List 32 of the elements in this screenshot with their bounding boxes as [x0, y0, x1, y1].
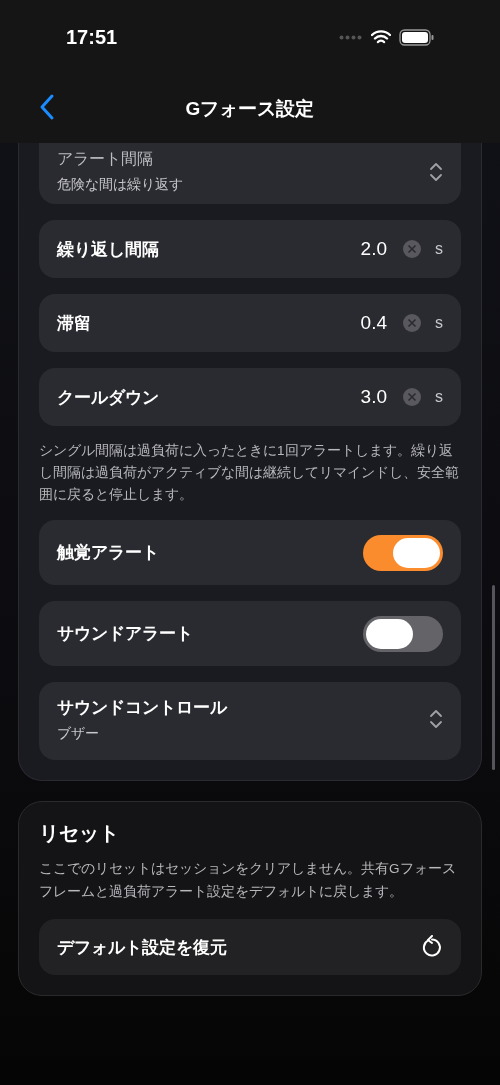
chevron-updown-icon	[429, 709, 443, 729]
restore-defaults-button[interactable]: デフォルト設定を復元	[39, 919, 461, 975]
signal-icon	[339, 35, 363, 40]
chevron-updown-icon	[429, 161, 443, 182]
wifi-icon	[371, 30, 391, 45]
battery-icon	[399, 29, 434, 46]
number-field[interactable]: 2.0	[360, 238, 387, 260]
toggle-switch[interactable]	[363, 615, 443, 652]
back-icon[interactable]	[38, 93, 56, 121]
picker-row[interactable]: アラート間隔 危険な間は繰り返す	[39, 143, 461, 204]
unit-label: s	[435, 240, 443, 258]
toggle-switch[interactable]	[363, 534, 443, 571]
row-label: アラート間隔	[57, 149, 154, 169]
screen-title: Gフォース設定	[185, 97, 315, 121]
row-value: 危険な間は繰り返す	[57, 176, 184, 194]
unit-label: s	[435, 314, 443, 332]
row-label: 繰り返し間隔	[57, 238, 160, 261]
help-text: シングル間隔は過負荷に入ったときに1回アラートします。繰り返し間隔は過負荷がアクティブな間は継続してリマインドし、安全範囲に戻ると停止します。	[39, 442, 460, 504]
number-field[interactable]: 3.0	[360, 386, 387, 408]
reset-icon	[421, 935, 443, 959]
section-title: リセット	[39, 821, 120, 846]
row-value: ブザー	[57, 724, 100, 743]
number-field[interactable]: 0.4	[360, 312, 387, 334]
row-label: 滞留	[57, 312, 92, 335]
row-label: クールダウン	[57, 386, 160, 409]
row-label: サウンドアラート	[57, 623, 194, 645]
status-time: 17:51	[66, 26, 118, 49]
unit-label: s	[435, 388, 443, 406]
reset-description: ここでのリセットはセッションをクリアしません。共有Gフォースフレームと過負荷アラート設定をデフォルトに戻します。	[39, 860, 457, 901]
row-label: 触覚アラート	[57, 542, 160, 564]
row-label: サウンドコントロール	[57, 696, 229, 719]
picker-row[interactable]: サウンドコントロール ブザー	[39, 682, 461, 760]
